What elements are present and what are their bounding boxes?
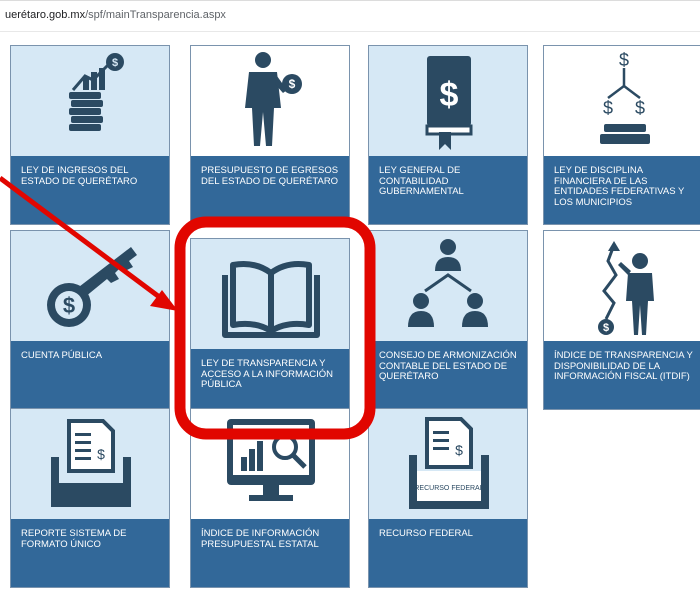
tile-image: $ <box>11 46 169 156</box>
tile-image: $ RECURSO FEDERAL <box>369 409 527 519</box>
address-bar[interactable]: uerétaro.gob.mx/spf/mainTransparencia.as… <box>0 0 700 32</box>
svg-text:$: $ <box>635 98 645 118</box>
tile-reporte-formato-unico[interactable]: $ REPORTE SISTEMA DE FORMATO ÚNICO <box>10 408 170 588</box>
tile-image: $ $ $ <box>544 46 700 156</box>
tile-recurso-federal[interactable]: $ RECURSO FEDERAL RECURSO FEDERAL <box>368 408 528 588</box>
tile-label: RECURSO FEDERAL <box>379 528 473 539</box>
tile-image: $ <box>191 46 349 156</box>
tile-image: $ <box>369 46 527 156</box>
tile-label: PRESUPUESTO DE EGRESOS DEL ESTADO DE QUE… <box>201 165 339 187</box>
open-book-icon <box>222 261 320 338</box>
tile-label: CONSEJO DE ARMONIZACIÓN CONTABLE DEL EST… <box>379 350 517 382</box>
tile-image <box>369 231 527 341</box>
tile-image <box>191 409 349 519</box>
dollar-key-icon: $ <box>47 247 137 327</box>
tile-icon-text: RECURSO FEDERAL <box>414 485 483 492</box>
tile-cuenta-publica[interactable]: $ CUENTA PÚBLICA <box>10 230 170 410</box>
url-host: uerétaro.gob.mx <box>5 9 86 21</box>
tile-label: REPORTE SISTEMA DE FORMATO ÚNICO <box>21 528 127 550</box>
org-chart-icon <box>408 239 488 327</box>
svg-text:$: $ <box>619 50 629 70</box>
tile-image: $ <box>11 231 169 341</box>
tile-label: LEY DE DISCIPLINA FINANCIERA DE LAS ENTI… <box>554 165 685 208</box>
tile-image: $ <box>11 409 169 519</box>
tile-image: $ <box>544 231 700 341</box>
tile-consejo-armonizacion[interactable]: CONSEJO DE ARMONIZACIÓN CONTABLE DEL EST… <box>368 230 528 410</box>
tile-ley-transparencia[interactable]: LEY DE TRANSPARENCIA Y ACCESO A LA INFOR… <box>190 238 350 418</box>
url-path: /spf/mainTransparencia.aspx <box>85 9 226 21</box>
tile-ley-ingresos[interactable]: $ LEY DE INGRESOS DEL ESTADO DE QUERÉTAR… <box>10 45 170 225</box>
monitor-chart-search-icon <box>227 419 315 501</box>
dollar-balance-icon: $ $ $ <box>600 50 650 144</box>
svg-text:$: $ <box>63 293 75 318</box>
tile-label: ÍNDICE DE TRANSPARENCIA Y DISPONIBILIDAD… <box>554 350 693 382</box>
document-tray-icon: $ <box>51 419 131 507</box>
tile-indice-itdif[interactable]: $ ÍNDICE DE TRANSPARENCIA Y DISPONIBILID… <box>543 230 700 410</box>
tile-label: CUENTA PÚBLICA <box>21 350 103 361</box>
tile-ley-disciplina[interactable]: $ $ $ LEY DE DISCIPLINA FINANCIERA DE LA… <box>543 45 700 225</box>
svg-text:$: $ <box>112 57 118 69</box>
dollar-book-icon: $ <box>425 56 473 150</box>
tile-label: LEY DE INGRESOS DEL ESTADO DE QUERÉTARO <box>21 165 138 187</box>
url-text: uerétaro.gob.mx/spf/mainTransparencia.as… <box>5 9 226 21</box>
svg-text:$: $ <box>603 98 613 118</box>
svg-text:$: $ <box>455 442 463 458</box>
tile-label: LEY DE TRANSPARENCIA Y ACCESO A LA INFOR… <box>201 358 333 390</box>
svg-text:$: $ <box>603 322 609 334</box>
businessman-chart-icon: $ <box>598 241 654 335</box>
tile-ley-contabilidad[interactable]: $ LEY GENERAL DE CONTABILIDAD GUBERNAMEN… <box>368 45 528 225</box>
svg-text:$: $ <box>440 76 459 114</box>
svg-text:$: $ <box>289 77 296 91</box>
businessman-money-icon: $ <box>245 52 302 146</box>
tile-image <box>191 239 349 349</box>
tile-label: ÍNDICE DE INFORMACIÓN PRESUPUESTAL ESTAT… <box>201 528 320 550</box>
tile-presupuesto-egresos[interactable]: $ PRESUPUESTO DE EGRESOS DEL ESTADO DE Q… <box>190 45 350 225</box>
tile-label: LEY GENERAL DE CONTABILIDAD GUBERNAMENTA… <box>379 165 464 197</box>
federal-resource-tray-icon: $ RECURSO FEDERAL <box>409 417 489 509</box>
tile-indice-presupuestal[interactable]: ÍNDICE DE INFORMACIÓN PRESUPUESTAL ESTAT… <box>190 408 350 588</box>
coins-growth-icon: $ <box>69 53 124 131</box>
svg-text:$: $ <box>97 446 105 462</box>
